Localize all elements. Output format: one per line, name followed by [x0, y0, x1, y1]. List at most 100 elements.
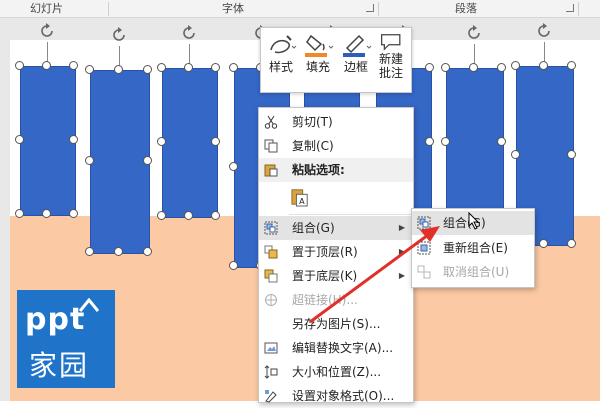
- resize-handle[interactable]: [497, 63, 506, 72]
- shape-outline-button[interactable]: 边框: [339, 32, 373, 88]
- rectangle-shape[interactable]: [20, 66, 76, 216]
- rotate-handle-icon[interactable]: [465, 24, 483, 42]
- resize-handle[interactable]: [511, 61, 520, 70]
- menu-item-cut[interactable]: 剪切(T): [259, 110, 413, 134]
- resize-handle[interactable]: [85, 156, 94, 165]
- shape-fill-button[interactable]: 填充: [301, 32, 335, 88]
- rotate-handle-icon[interactable]: [38, 22, 56, 40]
- resize-handle[interactable]: [85, 65, 94, 74]
- resize-handle[interactable]: [184, 63, 193, 72]
- resize-handle[interactable]: [425, 63, 434, 72]
- resize-handle[interactable]: [157, 211, 166, 220]
- menu-item-edit-alt-text-label: 编辑替换文字(A)...: [292, 341, 394, 355]
- resize-handle[interactable]: [567, 239, 576, 248]
- ribbon-group-paragraph: 段落: [455, 2, 477, 15]
- brush-style-icon: [270, 35, 297, 54]
- submenu-item-regroup[interactable]: 重新组合(E): [412, 236, 534, 260]
- menu-item-send-to-back[interactable]: 置于底层(K) ▶: [259, 264, 413, 288]
- copy-icon: [264, 139, 278, 153]
- resize-handle[interactable]: [69, 135, 78, 144]
- resize-handle[interactable]: [157, 63, 166, 72]
- menu-item-save-as-picture[interactable]: 另存为图片(S)...: [259, 312, 413, 336]
- rotate-handle-icon[interactable]: [180, 24, 198, 42]
- paste-option-keep-text[interactable]: A: [259, 184, 413, 212]
- resize-handle[interactable]: [469, 63, 478, 72]
- resize-handle[interactable]: [211, 137, 220, 146]
- resize-handle[interactable]: [539, 61, 548, 70]
- menu-item-bring-to-front-label: 置于顶层(R): [292, 245, 358, 259]
- resize-handle[interactable]: [211, 63, 220, 72]
- resize-handle[interactable]: [85, 247, 94, 256]
- new-comment-label-line2: 批注: [378, 66, 403, 80]
- resize-handle[interactable]: [497, 137, 506, 146]
- hyperlink-icon: [265, 294, 277, 306]
- size-position-icon: [264, 365, 278, 379]
- resize-handle[interactable]: [15, 61, 24, 70]
- resize-handle[interactable]: [143, 65, 152, 74]
- ribbon-separator: [108, 2, 109, 16]
- resize-handle[interactable]: [157, 137, 166, 146]
- menu-item-copy[interactable]: 复制(C): [259, 134, 413, 158]
- menu-item-copy-label: 复制(C): [292, 139, 334, 153]
- resize-handle[interactable]: [114, 247, 123, 256]
- resize-handle[interactable]: [42, 209, 51, 218]
- resize-handle[interactable]: [539, 239, 548, 248]
- resize-handle[interactable]: [567, 61, 576, 70]
- pen-outline-icon: [343, 34, 372, 57]
- resize-handle[interactable]: [567, 150, 576, 159]
- alt-text-icon: [264, 342, 278, 354]
- resize-handle[interactable]: [441, 63, 450, 72]
- context-menu: 剪切(T) 复制(C) 粘贴选项: A 组合(G) ▶ 置于顶层(R) ▶ 置于…: [258, 107, 414, 403]
- resize-handle[interactable]: [143, 156, 152, 165]
- resize-handle[interactable]: [15, 209, 24, 218]
- regroup-icon: [417, 241, 431, 255]
- paint-bucket-icon: [305, 34, 334, 57]
- menu-item-save-as-picture-label: 另存为图片(S)...: [292, 317, 381, 331]
- paste-options-heading: 粘贴选项:: [292, 163, 345, 177]
- logo-text-jiayuan: 家园: [29, 349, 90, 382]
- shape-style-button[interactable]: 样式: [265, 32, 297, 88]
- font-dialog-launcher-icon[interactable]: [366, 4, 374, 12]
- paragraph-dialog-launcher-icon[interactable]: [566, 4, 574, 12]
- submenu-item-ungroup[interactable]: 取消组合(U): [412, 260, 534, 284]
- send-to-back-icon: [264, 269, 278, 283]
- rectangle-shape[interactable]: [90, 70, 150, 254]
- rectangle-shape[interactable]: [446, 68, 504, 218]
- submenu-item-regroup-label: 重新组合(E): [443, 241, 508, 255]
- resize-handle[interactable]: [42, 61, 51, 70]
- resize-handle[interactable]: [229, 261, 238, 270]
- resize-handle[interactable]: [69, 61, 78, 70]
- menu-item-size-position[interactable]: 大小和位置(Z)...: [259, 360, 413, 384]
- resize-handle[interactable]: [441, 137, 450, 146]
- ribbon-group-font: 字体: [222, 2, 244, 15]
- ungroup-icon: [417, 265, 431, 279]
- menu-item-edit-alt-text[interactable]: 编辑替换文字(A)...: [259, 336, 413, 360]
- submenu-item-ungroup-label: 取消组合(U): [443, 265, 510, 279]
- menu-item-group[interactable]: 组合(G) ▶: [259, 216, 413, 240]
- resize-handle[interactable]: [211, 211, 220, 220]
- group-icon: [417, 216, 431, 230]
- resize-handle[interactable]: [15, 135, 24, 144]
- new-comment-button[interactable]: 新建 批注: [375, 32, 407, 88]
- submenu-arrow-icon: ▶: [398, 247, 405, 256]
- rotate-handle-icon[interactable]: [110, 26, 128, 44]
- menu-item-hyperlink[interactable]: 超链接(H)...: [259, 288, 413, 312]
- resize-handle[interactable]: [143, 247, 152, 256]
- resize-handle[interactable]: [69, 209, 78, 218]
- menu-item-bring-to-front[interactable]: 置于顶层(R) ▶: [259, 240, 413, 264]
- resize-handle[interactable]: [511, 150, 520, 159]
- ppt-jiayuan-logo: ppt 家园: [17, 290, 115, 388]
- resize-handle[interactable]: [229, 162, 238, 171]
- resize-handle[interactable]: [229, 63, 238, 72]
- rectangle-shape[interactable]: [162, 68, 218, 218]
- resize-handle[interactable]: [425, 137, 434, 146]
- mini-toolbar: 样式 填充 边框 新建 批注: [260, 27, 412, 93]
- menu-item-format-object-label: 设置对象格式(O)...: [292, 389, 395, 403]
- rotate-handle-icon[interactable]: [535, 22, 553, 40]
- paste-keep-text-icon: A: [291, 189, 308, 207]
- resize-handle[interactable]: [114, 65, 123, 74]
- menu-item-format-object[interactable]: 设置对象格式(O)...: [259, 384, 413, 408]
- menu-item-group-label: 组合(G): [292, 221, 335, 235]
- resize-handle[interactable]: [184, 211, 193, 220]
- paste-icon: [264, 164, 278, 177]
